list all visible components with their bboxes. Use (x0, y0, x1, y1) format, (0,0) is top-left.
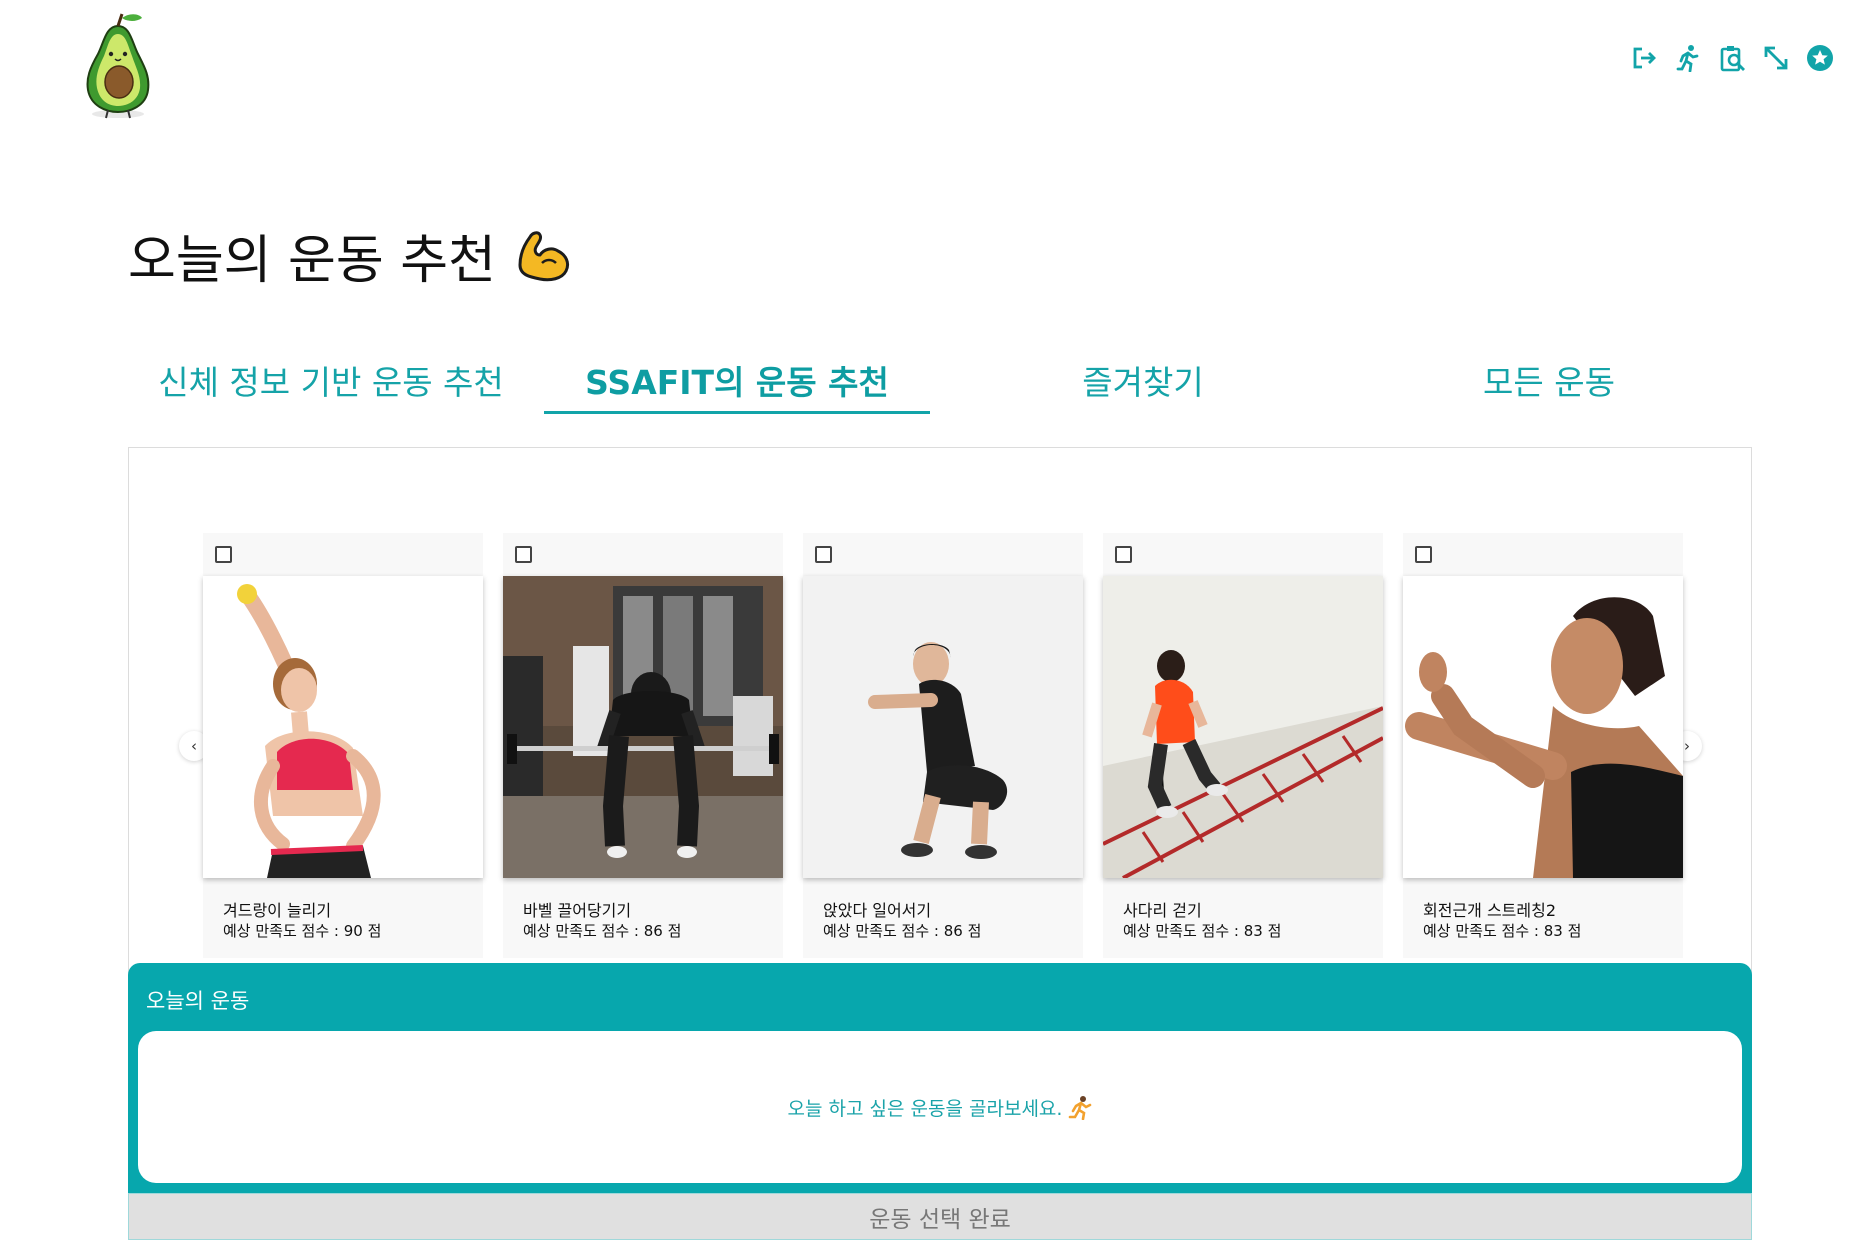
top-nav (1630, 44, 1834, 72)
exercise-select-done-button[interactable]: 운동 선택 완료 (128, 1193, 1752, 1240)
clipboard-search-icon[interactable] (1718, 44, 1746, 72)
exercise-name: 회전근개 스트레칭2 (1423, 901, 1557, 920)
exercise-name: 앉았다 일어서기 (823, 901, 932, 920)
select-checkbox[interactable] (815, 546, 832, 563)
select-checkbox[interactable] (1115, 546, 1132, 563)
tab-body-info[interactable]: 신체 정보 기반 운동 추천 (128, 340, 534, 420)
star-circle-icon[interactable] (1806, 44, 1834, 72)
tab-bar: 신체 정보 기반 운동 추천 SSAFIT의 운동 추천 즐겨찾기 모든 운동 (128, 340, 1752, 420)
exercise-card[interactable]: 앉았다 일어서기 예상 만족도 점수 : 86 점 (803, 533, 1083, 958)
today-exercise-title: 오늘의 운동 (146, 989, 250, 1013)
select-checkbox[interactable] (1415, 546, 1432, 563)
exercise-name: 사다리 걷기 (1123, 901, 1202, 920)
exercise-name: 겨드랑이 늘리기 (223, 901, 332, 920)
exercise-carousel: 겨드랑이 늘리기 예상 만족도 점수 : 90 점 바벨 끌어당기기 예상 만족… (203, 533, 1683, 958)
exercise-score: 예상 만족도 점수 : 83 점 (1123, 922, 1282, 940)
exercise-photo (203, 576, 483, 878)
exercise-score: 예상 만족도 점수 : 90 점 (223, 922, 382, 940)
select-checkbox[interactable] (515, 546, 532, 563)
exercise-card[interactable]: 회전근개 스트레칭2 예상 만족도 점수 : 83 점 (1403, 533, 1683, 958)
page-title-text: 오늘의 운동 추천 (128, 231, 496, 291)
exercise-photo (1103, 576, 1383, 878)
tab-all-exercises[interactable]: 모든 운동 (1346, 340, 1752, 420)
avocado-logo[interactable] (78, 10, 160, 120)
exercise-card[interactable]: 겨드랑이 늘리기 예상 만족도 점수 : 90 점 (203, 533, 483, 958)
exercise-score: 예상 만족도 점수 : 83 점 (1423, 922, 1582, 940)
tab-ssafit-recommend[interactable]: SSAFIT의 운동 추천 (534, 340, 940, 420)
exercise-photo (503, 576, 783, 878)
select-checkbox[interactable] (215, 546, 232, 563)
exercise-score: 예상 만족도 점수 : 86 점 (823, 922, 982, 940)
today-message-text: 오늘 하고 싶은 운동을 골라보세요. (787, 1097, 1063, 1120)
exercise-score: 예상 만족도 점수 : 86 점 (523, 922, 682, 940)
flexed-biceps-icon (518, 230, 570, 281)
today-exercise-list: 오늘 하고 싶은 운동을 골라보세요. (138, 1031, 1742, 1183)
resize-arrows-icon[interactable] (1762, 44, 1790, 72)
exercise-card[interactable]: 바벨 끌어당기기 예상 만족도 점수 : 86 점 (503, 533, 783, 958)
running-icon[interactable] (1674, 44, 1702, 72)
logout-icon[interactable] (1630, 44, 1658, 72)
exercise-card[interactable]: 사다리 걷기 예상 만족도 점수 : 83 점 (1103, 533, 1383, 958)
runner-icon (1069, 1096, 1092, 1120)
exercise-name: 바벨 끌어당기기 (523, 901, 632, 920)
exercise-photo (1403, 576, 1683, 878)
exercise-photo (803, 576, 1083, 878)
page-title: 오늘의 운동 추천 (128, 218, 574, 293)
today-exercise-box: 오늘의 운동 오늘 하고 싶은 운동을 골라보세요. (128, 963, 1752, 1193)
today-exercise-message: 오늘 하고 싶은 운동을 골라보세요. (788, 1094, 1093, 1121)
tab-favorites[interactable]: 즐겨찾기 (940, 340, 1346, 420)
